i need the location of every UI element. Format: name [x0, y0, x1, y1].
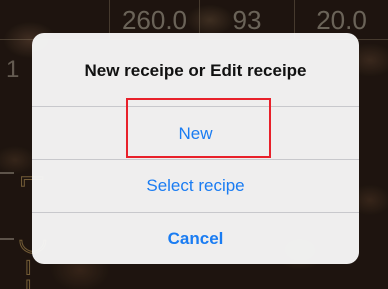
cancel-button[interactable]: Cancel	[32, 212, 359, 264]
alert-title: New receipe or Edit receipe	[84, 61, 307, 80]
app-screen: 260.0 93 20.0 1 ⌐ ◡ ╎ New receipe or Edi…	[0, 0, 388, 289]
select-recipe-button[interactable]: Select recipe	[32, 159, 359, 212]
highlight-annotation-box	[126, 98, 271, 158]
alert-dialog: New receipe or Edit receipe New Select r…	[32, 33, 359, 264]
